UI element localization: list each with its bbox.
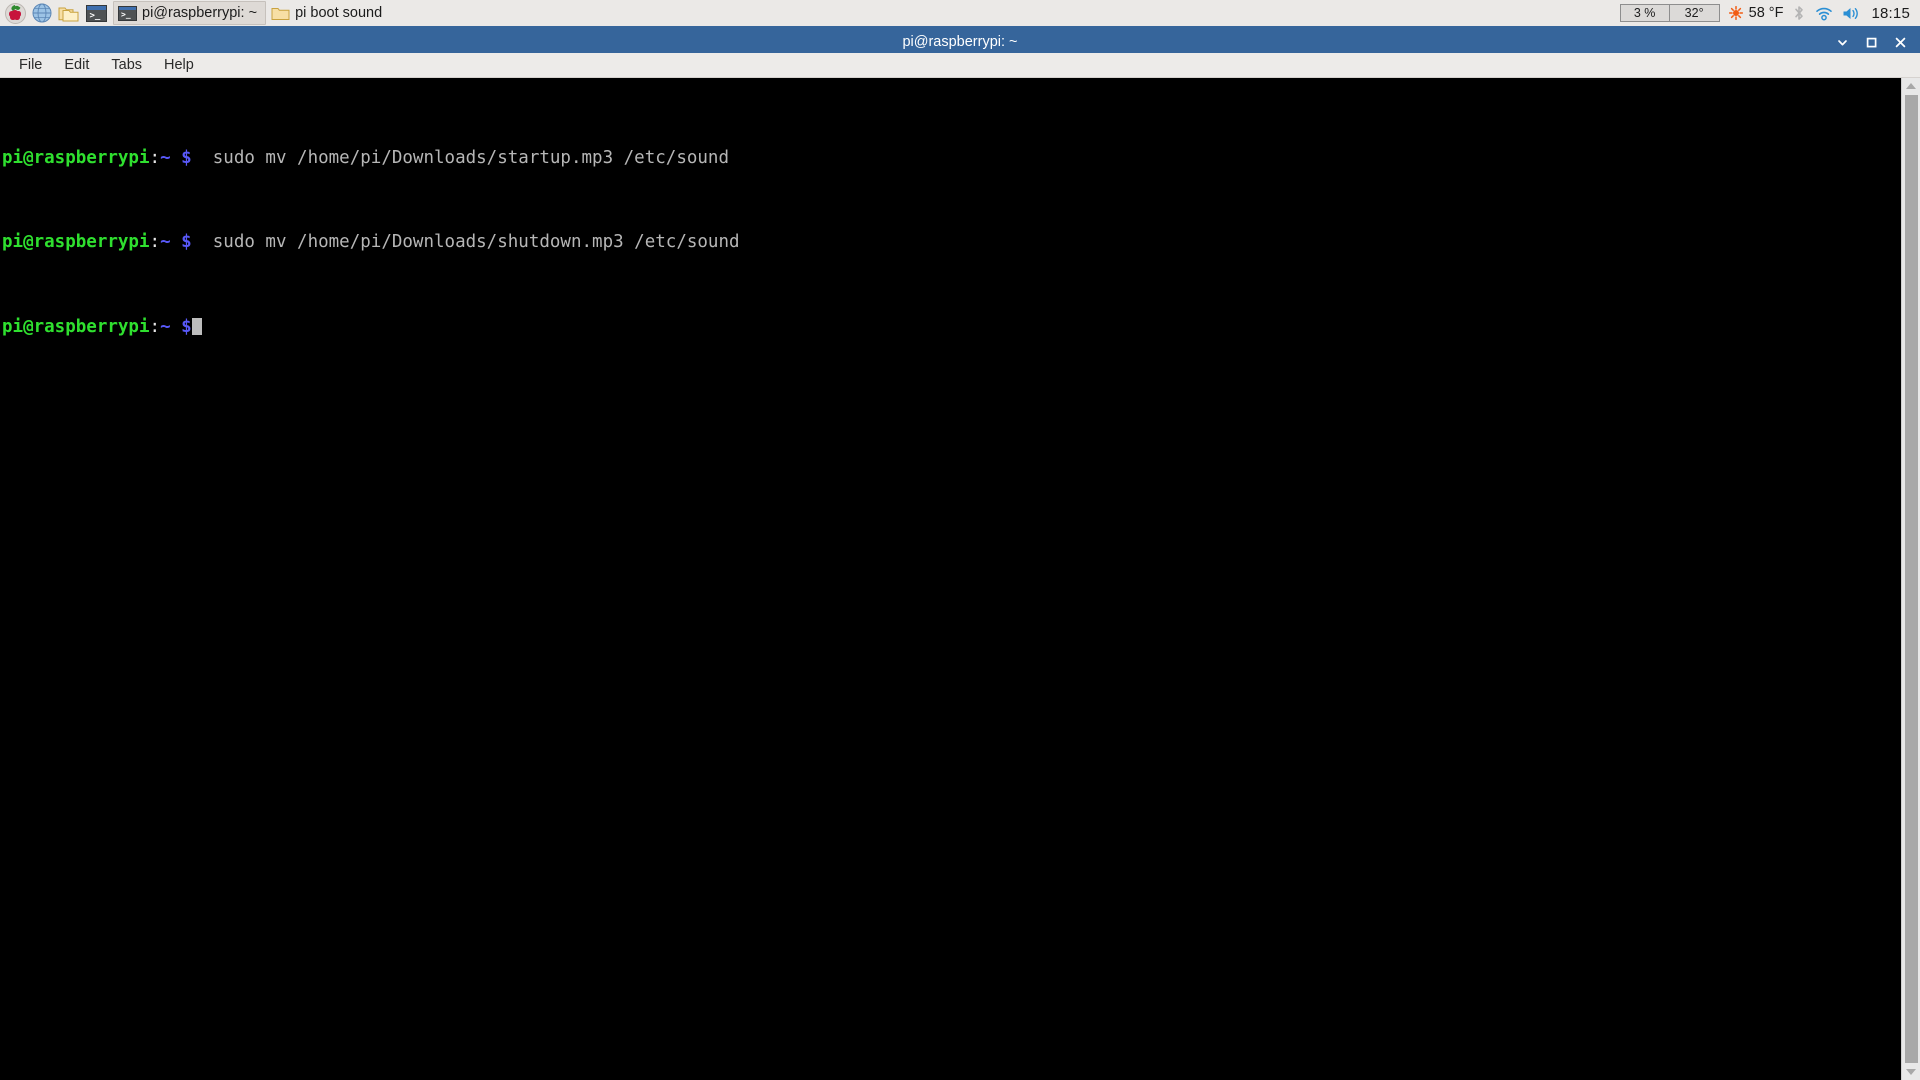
menu-item-file[interactable]: File [8,55,53,75]
minimize-button[interactable] [1835,35,1850,50]
prompt-separator: : [149,232,161,253]
task-button-file-manager[interactable]: pi boot sound [266,1,391,25]
terminal-line: pi@raspberrypi:~ $ sudo mv /home/pi/Down… [2,232,1901,253]
bluetooth-icon[interactable] [1792,5,1806,21]
terminal-window: pi@raspberrypi: ~ File Edit Tabs Help pi… [0,31,1920,1080]
wifi-icon[interactable] [1815,6,1833,21]
maximize-icon [1866,37,1877,47]
chevron-down-icon [1838,39,1847,45]
terminal-line-active: pi@raspberrypi:~ $ [2,317,1901,338]
prompt-separator: : [149,317,161,338]
sun-icon [1728,6,1743,20]
file-manager-icon [58,7,79,22]
prompt-path: ~ $ [160,232,192,253]
maximize-button[interactable] [1864,35,1879,50]
terminal-cursor [191,318,202,336]
cpu-usage-indicator[interactable]: 3 % [1619,4,1670,22]
terminal-icon: >_ [118,5,137,21]
scroll-up-button[interactable] [1902,78,1920,94]
browser-icon [32,3,52,23]
task-button-label: pi@raspberrypi: ~ [142,5,258,21]
resource-monitors: 3 % 32° [1619,4,1720,22]
folder-icon [271,7,290,20]
scroll-down-button[interactable] [1902,1064,1920,1080]
chevron-down-icon [1906,1069,1916,1075]
system-tray: 3 % 32° 58 °F 18:15 [1619,0,1920,26]
close-button[interactable] [1893,35,1908,50]
terminal-content-area[interactable]: pi@raspberrypi:~ $ sudo mv /home/pi/Down… [0,78,1920,1080]
terminal-command: sudo mv /home/pi/Downloads/startup.mp3 /… [191,147,730,168]
prompt-path: ~ $ [160,317,192,338]
close-icon [1895,37,1906,47]
window-task-list: >_ pi@raspberrypi: ~ pi boot sound [113,0,391,26]
terminal-launcher-button[interactable]: >_ [84,1,108,25]
raspberry-menu-button[interactable] [3,1,27,25]
scrollbar-thumb[interactable] [1904,95,1918,1063]
window-titlebar[interactable]: pi@raspberrypi: ~ [0,31,1920,53]
weather-temperature[interactable]: 58 °F [1749,5,1784,21]
window-title: pi@raspberrypi: ~ [902,34,1018,50]
menu-item-tabs[interactable]: Tabs [100,55,153,75]
prompt-user: pi@raspberrypi [2,232,150,253]
prompt-separator: : [149,147,161,168]
taskbar: >_ >_ pi@raspberrypi: ~ pi boot sound 3 … [0,0,1920,26]
terminal-line: pi@raspberrypi:~ $ sudo mv /home/pi/Down… [2,148,1901,169]
prompt-path: ~ $ [160,147,192,168]
task-button-terminal[interactable]: >_ pi@raspberrypi: ~ [113,1,267,25]
menu-item-help[interactable]: Help [153,55,205,75]
launcher-zone: >_ [0,0,108,26]
terminal-output[interactable]: pi@raspberrypi:~ $ sudo mv /home/pi/Down… [0,78,1901,1080]
prompt-user: pi@raspberrypi [2,317,150,338]
terminal-command: sudo mv /home/pi/Downloads/shutdown.mp3 … [191,232,740,253]
menubar: File Edit Tabs Help [0,53,1920,78]
cpu-temperature-indicator[interactable]: 32° [1669,4,1720,22]
menu-item-edit[interactable]: Edit [53,55,100,75]
prompt-user: pi@raspberrypi [2,147,150,168]
chevron-up-icon [1906,83,1916,89]
speaker-icon[interactable] [1842,6,1860,21]
terminal-icon: >_ [85,4,107,22]
scrollbar-track[interactable] [1902,94,1920,1064]
raspberry-menu-icon [4,2,26,24]
terminal-scrollbar[interactable] [1901,78,1920,1080]
file-manager-launcher-button[interactable] [57,1,81,25]
window-controls [1835,35,1920,50]
clock[interactable]: 18:15 [1871,5,1910,22]
task-button-label: pi boot sound [295,5,383,21]
browser-launcher-button[interactable] [30,1,54,25]
